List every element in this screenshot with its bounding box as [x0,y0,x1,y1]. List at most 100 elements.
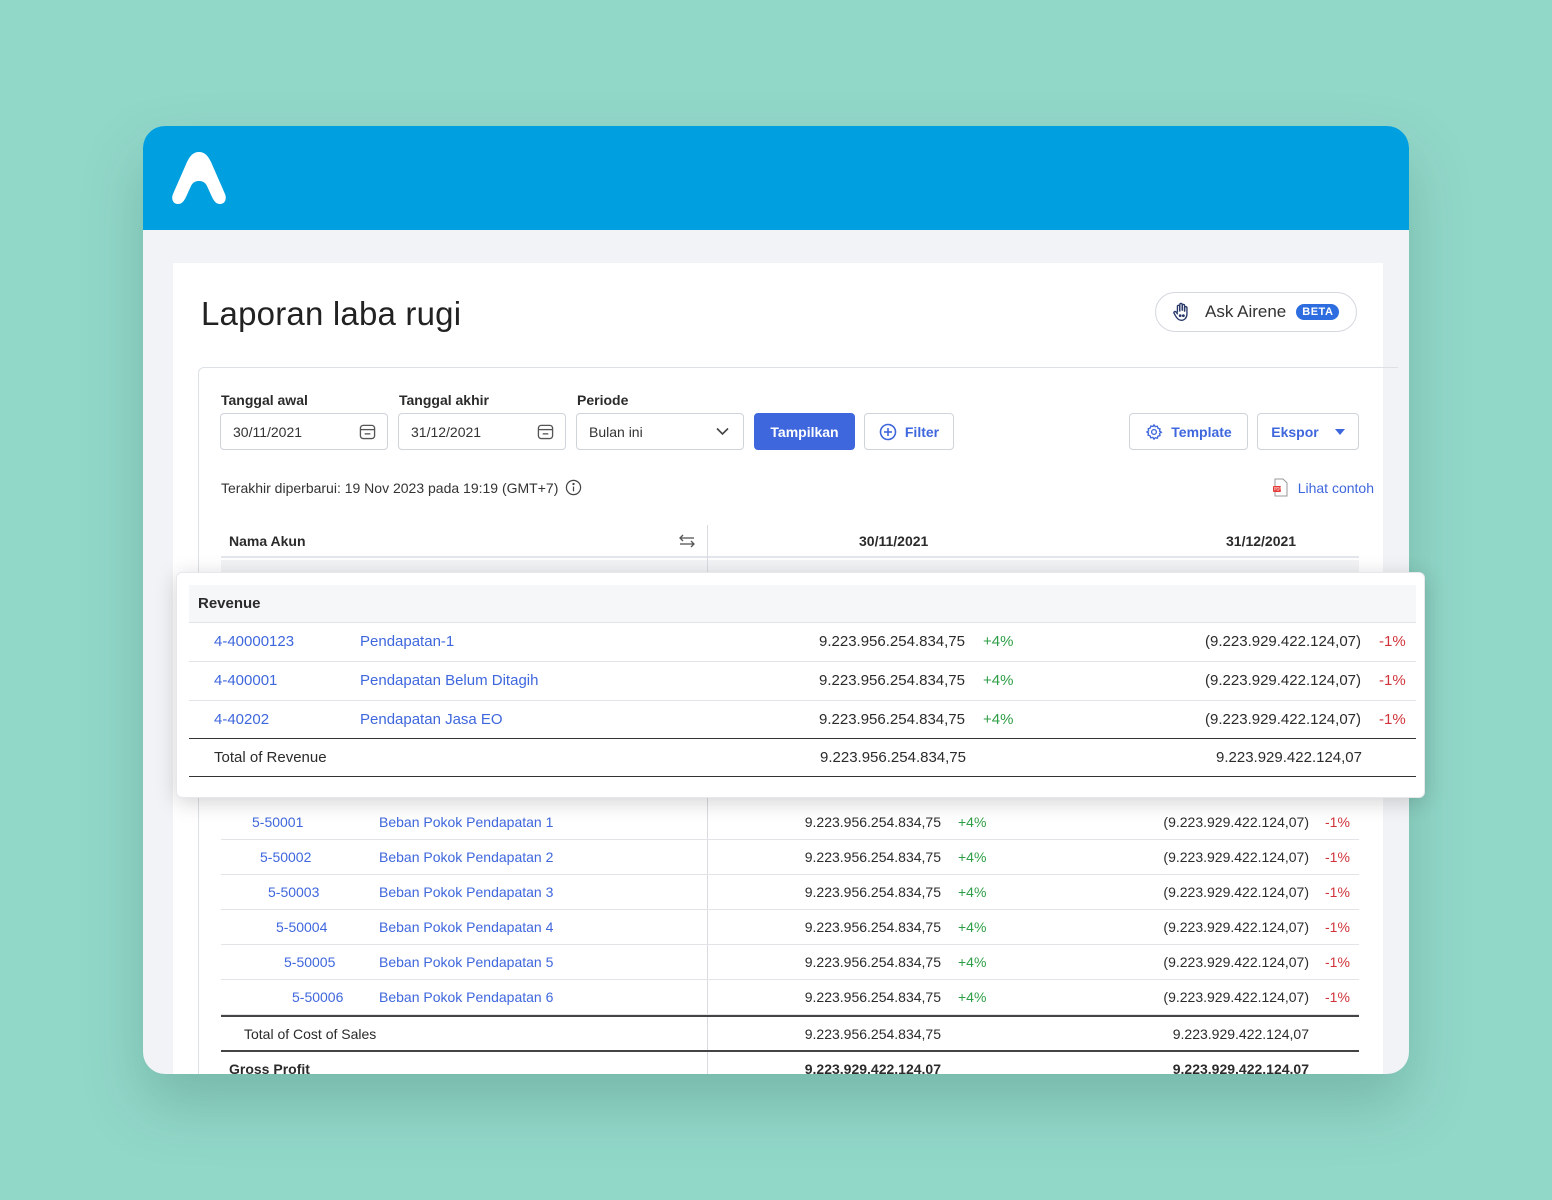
total-revenue-row: Total of Revenue 9.223.956.254.834,75 9.… [189,738,1416,777]
account-name[interactable]: Beban Pokok Pendapatan 4 [379,919,553,935]
account-code[interactable]: 5-50004 [276,919,327,935]
end-date-label: Tanggal akhir [399,392,489,408]
total-col1: 9.223.956.254.834,75 [820,749,966,766]
column-date-2[interactable]: 31/12/2021 [1226,533,1296,549]
gross-profit-col2: 9.223.929.422.124,07 [1172,1061,1309,1074]
start-date-value: 30/11/2021 [233,423,303,440]
template-button[interactable]: Template [1129,413,1248,450]
filter-button[interactable]: Filter [864,413,954,450]
chevron-down-icon [716,427,729,436]
change-col1: +4% [983,672,1014,689]
account-name[interactable]: Pendapatan-1 [360,633,454,650]
account-code[interactable]: 4-40000123 [214,633,294,650]
account-name[interactable]: Pendapatan Belum Ditagih [360,672,538,689]
period-label: Periode [577,392,629,408]
account-code[interactable]: 5-50003 [268,884,319,900]
table-row[interactable]: 5-50003 Beban Pokok Pendapatan 3 9.223.9… [221,875,1359,910]
amount-col1: 9.223.956.254.834,75 [804,884,941,900]
page-title: Laporan laba rugi [201,295,462,332]
total-col2: 9.223.929.422.124,07 [1172,1026,1309,1042]
amount-col1: 9.223.956.254.834,75 [804,814,941,830]
account-code[interactable]: 4-40202 [214,711,269,728]
last-updated-text: Terakhir diperbarui: 19 Nov 2023 pada 19… [221,479,559,496]
change-col2: -1% [1379,633,1406,650]
change-col1: +4% [983,633,1014,650]
amount-col1: 9.223.956.254.834,75 [804,954,941,970]
account-code[interactable]: 5-50005 [284,954,335,970]
amount-col2: (9.223.929.422.124,07) [1163,919,1309,935]
table-row[interactable]: 5-50006 Beban Pokok Pendapatan 6 9.223.9… [221,980,1359,1015]
plus-circle-icon [879,423,897,440]
hand-icon [1173,302,1188,321]
amount-col2: (9.223.929.422.124,07) [1163,989,1309,1005]
table-row[interactable]: 4-40000123 Pendapatan-1 9.223.956.254.83… [189,623,1416,662]
table-row[interactable]: 5-50005 Beban Pokok Pendapatan 5 9.223.9… [221,945,1359,980]
change-col2: -1% [1325,919,1350,935]
app-logo-icon[interactable] [169,148,229,210]
amount-col2: (9.223.929.422.124,07) [1205,633,1361,650]
export-button[interactable]: Ekspor [1257,413,1359,450]
column-date-1[interactable]: 30/11/2021 [859,533,928,549]
period-value: Bulan ini [589,423,643,440]
account-code[interactable]: 5-50006 [292,989,343,1005]
account-name[interactable]: Beban Pokok Pendapatan 2 [379,849,553,865]
change-col2: -1% [1379,672,1406,689]
ask-airene-button[interactable]: Ask Airene BETA [1155,292,1357,332]
end-date-input[interactable]: 31/12/2021 [398,413,566,450]
account-name[interactable]: Pendapatan Jasa EO [360,711,503,728]
filter-button-label: Filter [904,423,940,440]
see-example-label: Lihat contoh [1297,479,1374,496]
swap-icon[interactable] [679,534,695,548]
table-row[interactable]: 5-50001 Beban Pokok Pendapatan 1 9.223.9… [221,805,1359,840]
account-name[interactable]: Beban Pokok Pendapatan 1 [379,814,553,830]
account-code[interactable]: 5-50002 [260,849,311,865]
amount-col1: 9.223.956.254.834,75 [819,672,965,689]
info-icon[interactable] [565,479,582,496]
account-name[interactable]: Beban Pokok Pendapatan 6 [379,989,553,1005]
table-row[interactable]: 5-50002 Beban Pokok Pendapatan 2 9.223.9… [221,840,1359,875]
top-bar [143,126,1409,230]
revenue-section-card: Revenue 4-40000123 Pendapatan-1 9.223.95… [176,572,1425,798]
change-col2: -1% [1325,814,1350,830]
table-row[interactable]: 5-50004 Beban Pokok Pendapatan 4 9.223.9… [221,910,1359,945]
change-col2: -1% [1379,711,1406,728]
change-col2: -1% [1325,954,1350,970]
total-col2: 9.223.929.422.124,07 [1216,749,1362,766]
amount-col2: (9.223.929.422.124,07) [1205,672,1361,689]
total-label: Total of Cost of Sales [244,1026,377,1042]
change-col1: +4% [958,989,987,1005]
change-col1: +4% [958,849,987,865]
beta-badge: BETA [1296,304,1340,320]
total-col1: 9.223.956.254.834,75 [804,1026,941,1042]
gross-profit-col1: 9.223.929.422.124,07 [804,1061,941,1074]
template-button-label: Template [1171,423,1232,440]
change-col1: +4% [958,814,987,830]
account-name[interactable]: Beban Pokok Pendapatan 5 [379,954,553,970]
account-name[interactable]: Beban Pokok Pendapatan 3 [379,884,553,900]
start-date-input[interactable]: 30/11/2021 [220,413,388,450]
gross-profit-label: Gross Profit [229,1061,310,1074]
table-row[interactable]: 4-40202 Pendapatan Jasa EO 9.223.956.254… [189,701,1416,740]
calendar-icon[interactable] [359,423,376,440]
total-label: Total of Revenue [214,749,327,766]
section-header: Revenue [189,585,1416,623]
change-col2: -1% [1325,884,1350,900]
amount-col1: 9.223.956.254.834,75 [804,919,941,935]
table-row[interactable]: 4-400001 Pendapatan Belum Ditagih 9.223.… [189,662,1416,701]
change-col1: +4% [983,711,1014,728]
gross-profit-row: Gross Profit 9.223.929.422.124,07 9.223.… [221,1050,1359,1074]
amount-col2: (9.223.929.422.124,07) [1163,849,1309,865]
show-button[interactable]: Tampilkan [754,413,855,450]
export-button-label: Ekspor [1271,423,1319,440]
account-code[interactable]: 4-400001 [214,672,277,689]
account-code[interactable]: 5-50001 [252,814,303,830]
column-account-name: Nama Akun [229,533,306,549]
end-date-value: 31/12/2021 [411,423,482,440]
see-example-link[interactable]: PDF Lihat contoh [1272,478,1374,497]
change-col2: -1% [1325,849,1350,865]
amount-col2: (9.223.929.422.124,07) [1163,954,1309,970]
amount-col1: 9.223.956.254.834,75 [819,633,965,650]
calendar-icon[interactable] [537,423,554,440]
period-select[interactable]: Bulan ini [576,413,744,450]
ask-airene-label: Ask Airene [1205,302,1287,321]
